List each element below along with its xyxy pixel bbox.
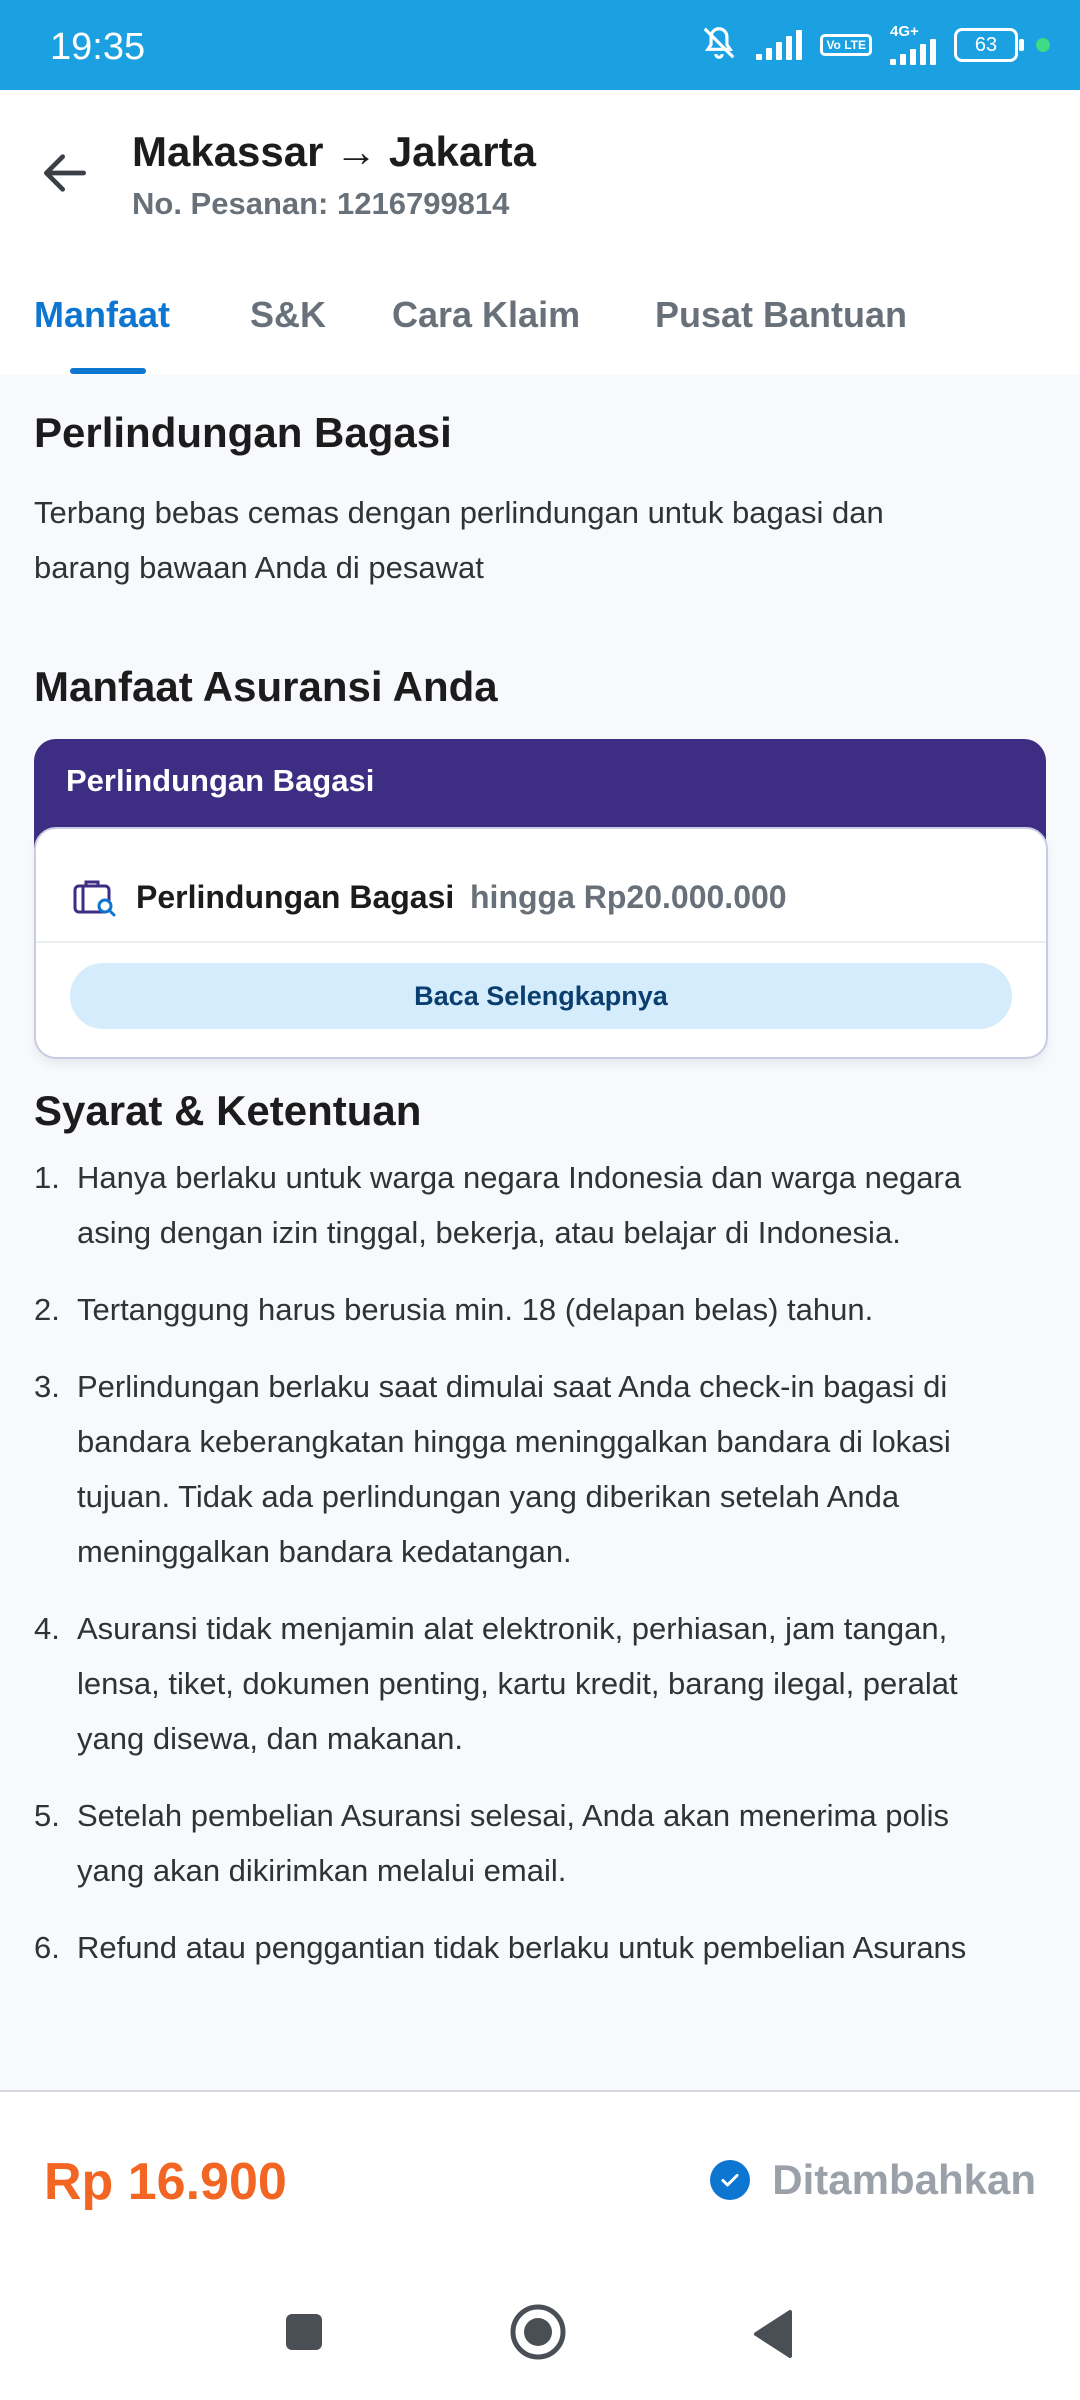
list-item-line: Refund atau penggantian tidak berlaku un… [77, 1930, 967, 1965]
signal-icon [756, 30, 803, 60]
benefit-card-title: Perlindungan Bagasi [66, 763, 375, 798]
battery-icon: 63 [954, 28, 1024, 62]
list-item-number: 2. [34, 1292, 60, 1327]
list-item: 5. Setelah pembelian Asuransi selesai, A… [34, 1788, 1046, 1898]
list-item-line: meninggalkan bandara kedatangan. [77, 1534, 572, 1569]
home-circle-icon[interactable] [508, 2302, 568, 2367]
back-triangle-icon[interactable] [750, 2308, 798, 2365]
active-tab-indicator [70, 368, 146, 374]
benefit-item-name: Perlindungan Bagasi [136, 879, 455, 915]
benefit-card-body: Perlindungan Bagasi hingga Rp20.000.000 … [34, 827, 1048, 1059]
list-item: 4. Asuransi tidak menjamin alat elektron… [34, 1601, 1046, 1766]
list-item-number: 6. [34, 1930, 60, 1965]
divider [36, 941, 1046, 943]
luggage-search-icon [72, 877, 116, 922]
list-item: 2. Tertanggung harus berusia min. 18 (de… [34, 1282, 1046, 1337]
notification-dot-icon [1036, 38, 1050, 52]
check-circle-icon [710, 2160, 751, 2200]
content-scroll-area[interactable]: Perlindungan Bagasi Terbang bebas cemas … [0, 375, 1080, 2090]
tab-bar: Manfaat S&K Cara Klaim Pusat Bantuan [0, 270, 1080, 375]
list-item-line: lensa, tiket, dokumen penting, kartu kre… [77, 1666, 958, 1701]
network-type: 4G+ [890, 23, 919, 40]
list-item-number: 5. [34, 1798, 60, 1833]
tab-cara-klaim[interactable]: Cara Klaim [392, 294, 580, 336]
order-number: No. Pesanan: 1216799814 [132, 186, 510, 221]
read-more-button[interactable]: Baca Selengkapnya [70, 963, 1012, 1029]
status-bar: 19:35 Vo LTE 4G+ 63 [0, 0, 1080, 90]
list-item-number: 1. [34, 1160, 60, 1195]
price-footer: Rp 16.900 Ditambahkan [0, 2092, 1080, 2272]
benefit-card: Perlindungan Bagasi Perlindungan Bagasi … [34, 739, 1048, 1059]
list-item-line: Perlindungan berlaku saat dimulai saat A… [77, 1369, 948, 1404]
recents-square-icon[interactable] [280, 2308, 328, 2361]
section-heading-terms: Syarat & Ketentuan [34, 1087, 422, 1134]
protection-description: Terbang bebas cemas dengan perlindungan … [34, 485, 1034, 595]
description-line: Terbang bebas cemas dengan perlindungan … [34, 495, 884, 530]
terms-list: 1. Hanya berlaku untuk warga negara Indo… [34, 1150, 1046, 1997]
arrow-left-icon [37, 145, 93, 206]
battery-level: 63 [974, 33, 998, 56]
list-item-number: 3. [34, 1369, 60, 1404]
list-item: 1. Hanya berlaku untuk warga negara Indo… [34, 1150, 1046, 1260]
list-item-number: 4. [34, 1611, 60, 1646]
mute-icon [700, 24, 738, 67]
list-item: 6. Refund atau penggantian tidak berlaku… [34, 1920, 1046, 1975]
back-button[interactable] [30, 140, 100, 210]
list-item-line: Asuransi tidak menjamin alat elektronik,… [77, 1611, 948, 1646]
benefit-item-limit: hingga Rp20.000.000 [470, 879, 787, 915]
signal-icon: 4G+ [890, 23, 936, 65]
tab-manfaat[interactable]: Manfaat [34, 294, 170, 336]
volte-icon: Vo LTE [820, 34, 872, 56]
list-item-line: Hanya berlaku untuk warga negara Indones… [77, 1160, 962, 1195]
section-heading-protection: Perlindungan Bagasi [34, 409, 452, 456]
total-price: Rp 16.900 [44, 2153, 287, 2211]
added-status-label: Ditambahkan [772, 2156, 1036, 2203]
system-navigation-bar [0, 2272, 1080, 2400]
list-item-line: yang akan dikirimkan melalui email. [77, 1853, 567, 1888]
list-item-line: asing dengan izin tinggal, bekerja, atau… [77, 1215, 901, 1250]
status-icons: Vo LTE 4G+ 63 [700, 22, 1050, 68]
description-line: barang bawaan Anda di pesawat [34, 550, 484, 585]
list-item: 3. Perlindungan berlaku saat dimulai saa… [34, 1359, 1046, 1579]
list-item-line: Setelah pembelian Asuransi selesai, Anda… [77, 1798, 949, 1833]
list-item-line: Tertanggung harus berusia min. 18 (delap… [77, 1292, 874, 1327]
app-header: Makassar → Jakarta No. Pesanan: 12167998… [0, 90, 1080, 270]
status-time: 19:35 [50, 26, 146, 68]
added-status-toggle[interactable]: Ditambahkan [710, 2156, 1036, 2204]
list-item-line: yang disewa, dan makanan. [77, 1721, 464, 1756]
page-title: Makassar → Jakarta [132, 128, 536, 175]
tab-sk[interactable]: S&K [250, 294, 326, 336]
list-item-line: tujuan. Tidak ada perlindungan yang dibe… [77, 1479, 900, 1514]
section-heading-benefits: Manfaat Asuransi Anda [34, 663, 498, 710]
list-item-line: bandara keberangkatan hingga meninggalka… [77, 1424, 951, 1459]
tab-pusat-bantuan[interactable]: Pusat Bantuan [655, 294, 907, 336]
